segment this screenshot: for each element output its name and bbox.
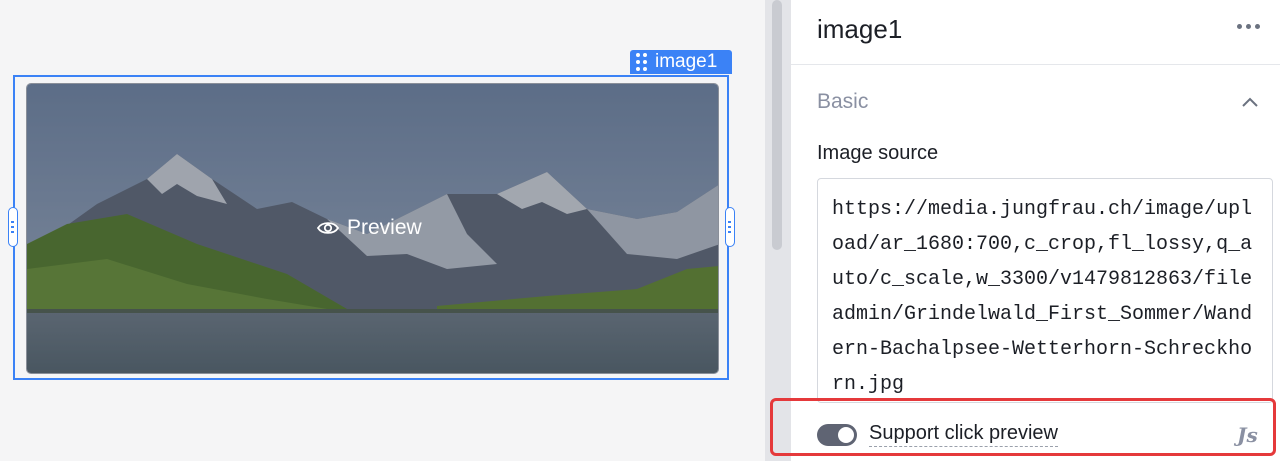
scrollbar-thumb[interactable] <box>772 0 782 250</box>
component-name: image1 <box>655 51 718 72</box>
section-title-basic[interactable]: Basic <box>817 90 868 114</box>
image-component[interactable]: Preview <box>26 83 719 374</box>
resize-handle-left[interactable] <box>8 207 18 247</box>
divider <box>791 64 1280 65</box>
panel-title[interactable]: image1 <box>817 14 902 45</box>
highlight-box <box>770 398 1276 456</box>
eye-icon <box>317 222 339 234</box>
properties-panel: image1 Basic Image source https://media.… <box>791 0 1280 461</box>
preview-label: Preview <box>347 216 422 239</box>
image-source-label: Image source <box>817 142 939 164</box>
component-name-tag[interactable]: image1 <box>630 50 732 74</box>
canvas: image1 Preview <box>0 0 765 461</box>
preview-button[interactable]: Preview <box>317 216 422 240</box>
resize-handle-right[interactable] <box>725 207 735 247</box>
more-options-icon[interactable] <box>1237 24 1260 29</box>
image-source-input[interactable]: https://media.jungfrau.ch/image/upload/a… <box>817 178 1273 403</box>
drag-handle-icon[interactable] <box>636 53 647 71</box>
chevron-up-icon[interactable] <box>1241 96 1259 108</box>
